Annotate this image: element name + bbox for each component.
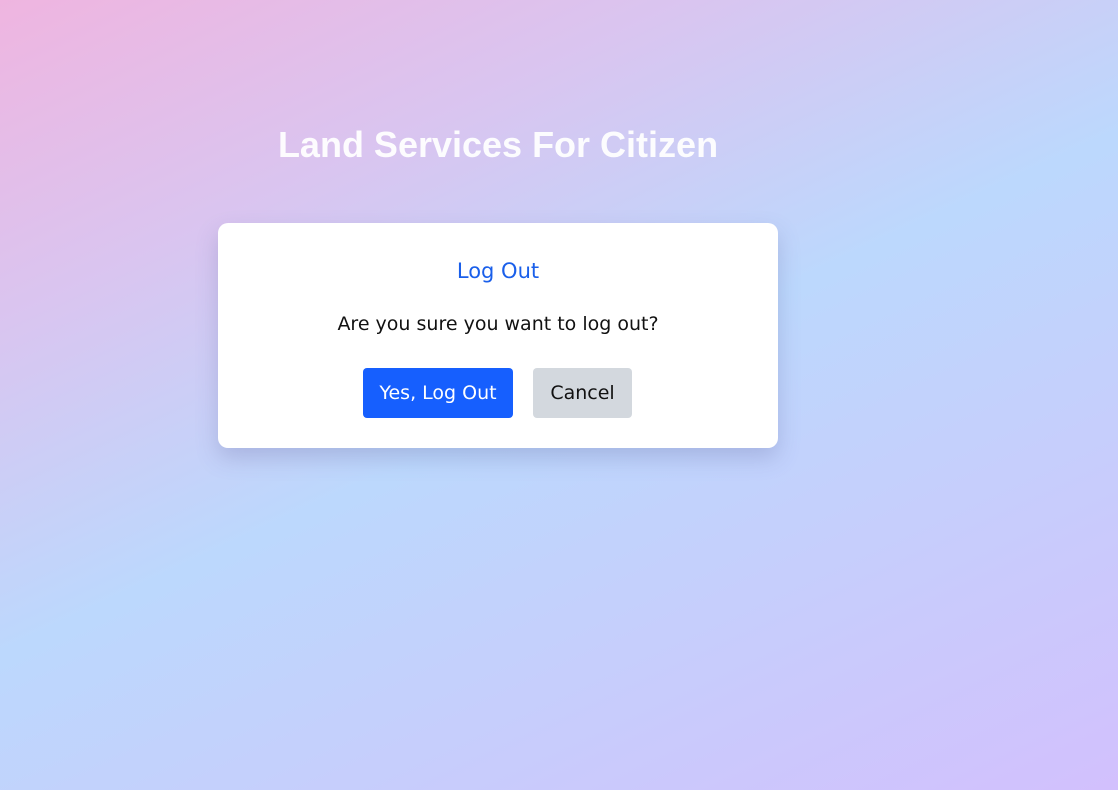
dialog-title: Log Out [456, 259, 540, 283]
dialog-message: Are you sure you want to log out? [337, 313, 659, 335]
page-title: Land Services For Citizen [277, 124, 719, 165]
logout-dialog: Log Out Are you sure you want to log out… [218, 223, 778, 448]
cancel-button[interactable]: Cancel [533, 368, 632, 418]
confirm-logout-button[interactable]: Yes, Log Out [363, 368, 513, 418]
